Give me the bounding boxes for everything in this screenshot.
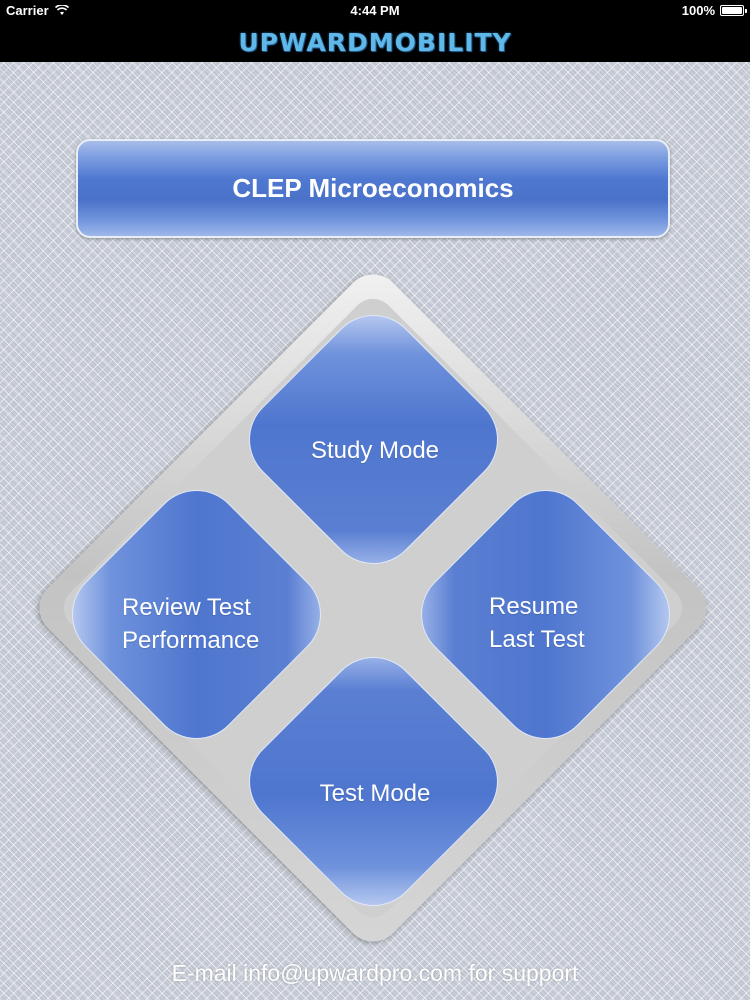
test-mode-label[interactable]: Test Mode bbox=[260, 777, 490, 810]
battery-percent: 100% bbox=[681, 3, 715, 18]
status-time: 4:44 PM bbox=[350, 3, 400, 18]
status-bar: Carrier 4:44 PM 100% bbox=[0, 0, 750, 22]
review-performance-label[interactable]: Review Test Performance bbox=[122, 591, 322, 657]
battery-group: 100% bbox=[681, 3, 747, 18]
course-title-button[interactable]: CLEP Microeconomics bbox=[76, 139, 670, 238]
resume-last-test-label[interactable]: Resume Last Test bbox=[489, 590, 649, 656]
support-email-text: E-mail info@upwardpro.com for support bbox=[171, 960, 579, 986]
app-header: UPWARDMOBILITY bbox=[0, 22, 750, 62]
upward-mobility-logo: UPWARDMOBILITY bbox=[238, 27, 512, 57]
battery-fill bbox=[722, 7, 742, 14]
study-mode-label[interactable]: Study Mode bbox=[260, 434, 490, 467]
battery-icon bbox=[720, 5, 747, 16]
